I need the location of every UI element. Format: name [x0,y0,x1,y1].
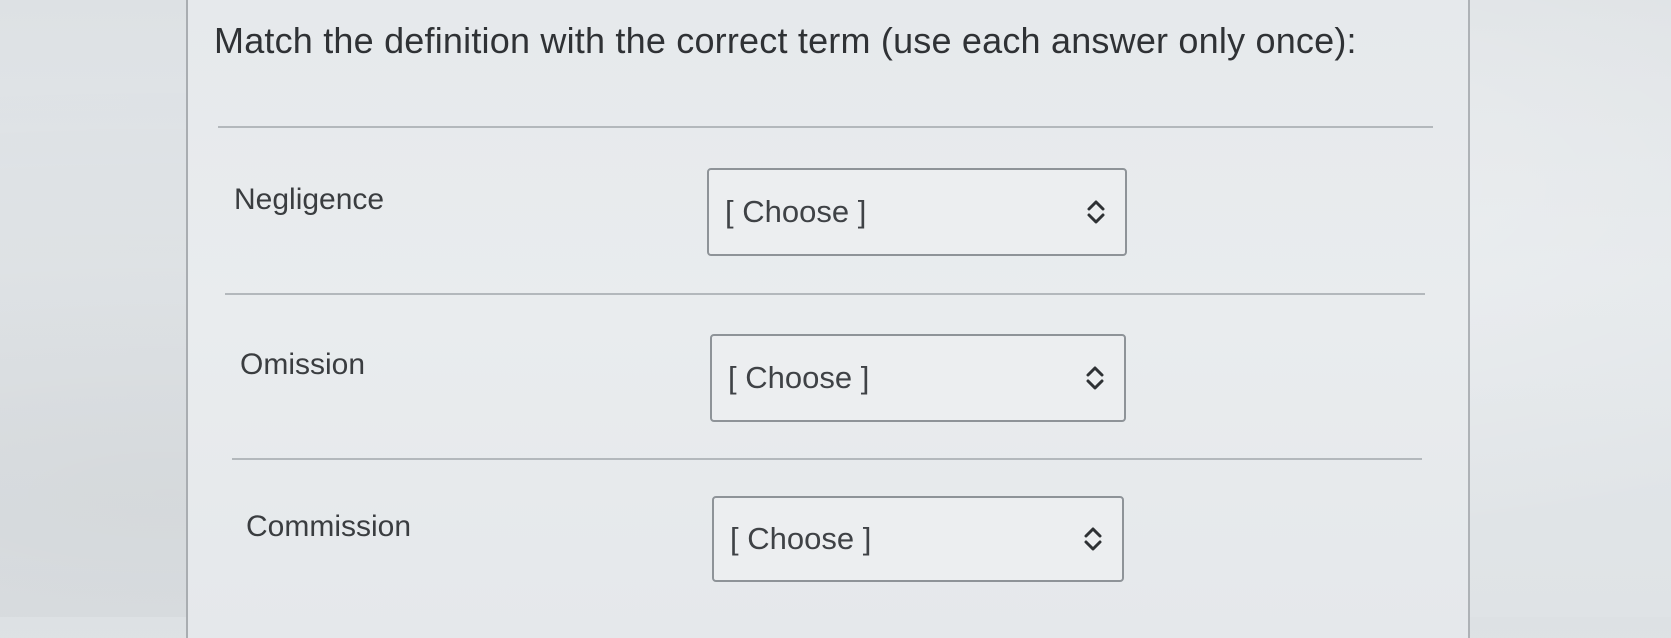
select-value: [ Choose ] [725,194,867,229]
updown-chevron-icon [1084,527,1102,551]
updown-chevron-icon [1087,200,1105,224]
select-value: [ Choose ] [728,360,870,395]
select-value: [ Choose ] [730,521,872,556]
divider [232,458,1422,460]
answer-select-commission[interactable]: [ Choose ] [712,496,1124,582]
answer-select-omission[interactable]: [ Choose ] [710,334,1126,422]
question-title: Match the definition with the correct te… [214,20,1357,61]
term-label-commission: Commission [246,510,412,543]
answer-select-negligence[interactable]: [ Choose ] [707,168,1127,256]
term-label-negligence: Negligence [234,183,385,216]
divider [225,293,1425,295]
term-label-omission: Omission [240,348,366,381]
updown-chevron-icon [1086,366,1104,390]
divider [218,126,1433,128]
